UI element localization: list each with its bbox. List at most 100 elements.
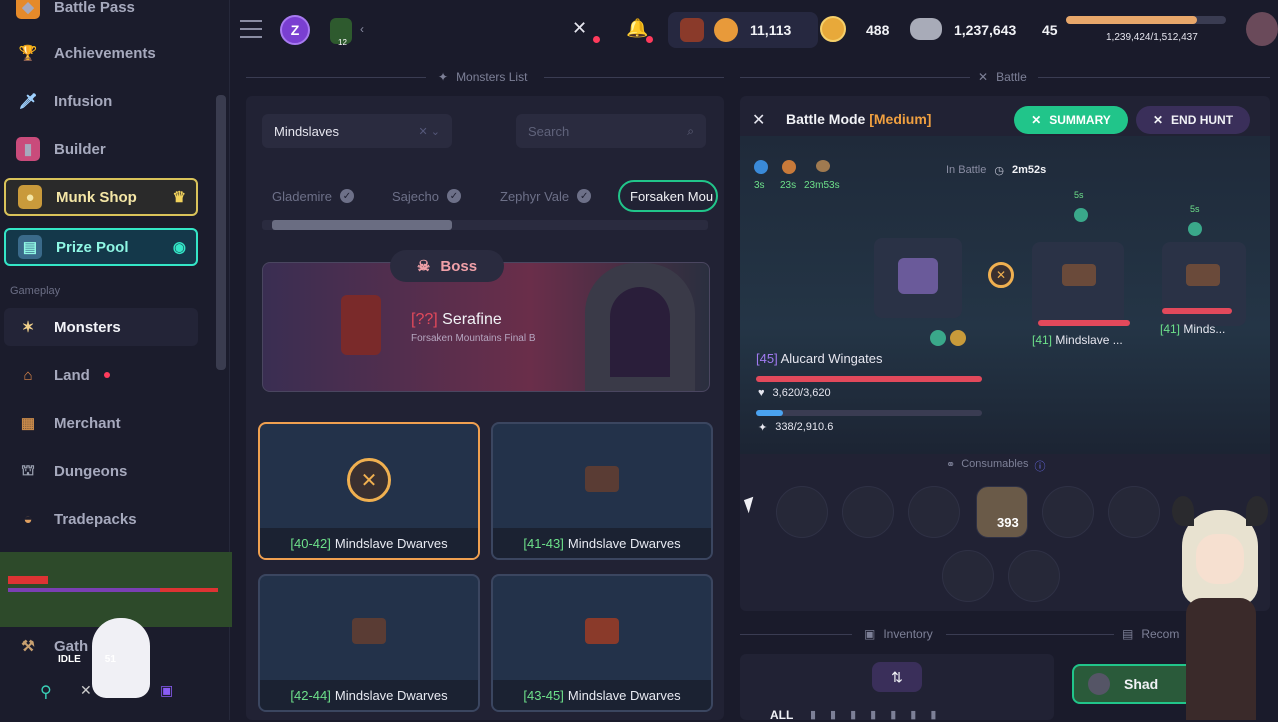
xp-text: 1,239,424/1,512,437: [1106, 32, 1198, 43]
sidebar-item-prize-pool[interactable]: ▤ Prize Pool ◉: [4, 228, 198, 266]
monster-sprite: [585, 466, 619, 492]
sidebar-item-label: Merchant: [54, 414, 121, 432]
overlay-bar-red: [8, 576, 48, 584]
user-avatar[interactable]: [1246, 12, 1278, 46]
tabs-scrollbar[interactable]: [262, 220, 708, 230]
boss-sprite: [341, 295, 381, 355]
notification-dot: [103, 372, 110, 378]
clock-icon: ◷: [994, 165, 1004, 177]
summary-label: SUMMARY: [1049, 113, 1111, 127]
sidebar-item-battle-pass[interactable]: ◆ Battle Pass: [4, 0, 198, 26]
tab-forsaken-mountains[interactable]: Forsaken Mou: [618, 180, 718, 212]
gem-icon: ◉: [172, 239, 186, 256]
sidebar-item-builder[interactable]: ▮ Builder: [4, 130, 198, 168]
sort-icon[interactable]: ⇅: [872, 662, 922, 692]
overlay-idle-text: IDLE: [58, 654, 81, 665]
inventory-panel: ⇅ ALL ▮▮▮▮▮▮▮: [740, 654, 1054, 722]
crossed-swords-icon[interactable]: ✕: [572, 18, 587, 39]
sidebar-item-merchant[interactable]: ▦ Merchant: [4, 404, 198, 442]
sidebar-item-label: Dungeons: [54, 462, 128, 480]
energy-resource[interactable]: 11,113: [668, 12, 818, 48]
twitch-icon[interactable]: ▣: [160, 682, 173, 699]
consumable-slot-filled[interactable]: 393: [976, 486, 1028, 538]
inventory-title: Inventory: [883, 627, 933, 641]
diamond-icon: ◆: [16, 0, 40, 19]
tab-label: Sajecho: [392, 188, 439, 204]
consumable-slot[interactable]: [1108, 486, 1160, 538]
sidebar-item-dungeons[interactable]: ⛫ Dungeons: [4, 452, 198, 490]
tab-zephyr-vale[interactable]: Zephyr Vale ✓: [490, 180, 601, 212]
sidebar-item-monsters[interactable]: ✶ Monsters: [4, 308, 198, 346]
end-hunt-button[interactable]: ✕ END HUNT: [1136, 106, 1250, 134]
zone-select[interactable]: Mindslaves ✕ ⌄: [262, 114, 452, 148]
sidebar-item-infusion[interactable]: 🗡 Infusion: [4, 82, 198, 120]
summary-button[interactable]: ✕ SUMMARY: [1014, 106, 1128, 134]
social-icon-1[interactable]: ⚲: [40, 682, 52, 702]
status-icon: [950, 330, 966, 346]
player-label: [45] Alucard Wingates: [756, 351, 882, 366]
zone-select-value: Mindslaves: [274, 123, 340, 139]
brand-z-icon[interactable]: Z: [280, 15, 310, 45]
bell-icon[interactable]: 🔔: [626, 18, 648, 39]
monster-card[interactable]: [41-43] Mindslave Dwarves: [491, 422, 713, 560]
pet-avatar-icon: [680, 18, 704, 42]
energy-bag-icon: [714, 18, 738, 42]
monster-card[interactable]: [42-44] Mindslave Dwarves: [258, 574, 480, 712]
hamburger-menu-icon[interactable]: [240, 20, 262, 38]
xp-bar-track: [1066, 16, 1226, 24]
tab-glademire[interactable]: Glademire ✓: [262, 180, 364, 212]
sidebar-item-munk-shop[interactable]: ● Munk Shop ♛: [4, 178, 198, 216]
coins-value: 488: [866, 22, 890, 38]
card-name: Mindslave Dwarves: [567, 687, 681, 703]
bell-notification-dot: [646, 36, 653, 43]
sidebar-item-land[interactable]: ⌂ Land: [4, 356, 198, 394]
consumable-slot[interactable]: [1042, 486, 1094, 538]
enemy-level: [41]: [1032, 333, 1053, 347]
sidebar-item-label: Monsters: [54, 318, 121, 336]
collapse-chevron-icon[interactable]: ‹: [360, 22, 364, 36]
info-icon[interactable]: ⓘ: [1034, 458, 1045, 474]
consumable-slot[interactable]: [908, 486, 960, 538]
crown-icon: ♛: [172, 189, 186, 206]
filter-icons[interactable]: ▮▮▮▮▮▮▮: [810, 708, 950, 721]
stone-portal: [585, 263, 695, 391]
streamer-avatar: [1168, 490, 1272, 720]
enemy-status-icon: [1188, 222, 1202, 236]
lock-icon: ▣: [864, 627, 876, 641]
player-level: [45]: [756, 351, 778, 366]
sidebar-item-tradepacks[interactable]: ◒ Tradepacks: [4, 500, 198, 538]
enemy-slot[interactable]: [1032, 242, 1124, 326]
x-icon[interactable]: ✕: [80, 682, 92, 699]
swords-notification-dot: [593, 36, 600, 43]
card-level: [43-45]: [523, 687, 564, 703]
sidebar-item-achievements[interactable]: 🏆 Achievements: [4, 34, 198, 72]
sidebar-scrollbar[interactable]: [216, 95, 226, 370]
inventory-header: ▣ Inventory: [864, 627, 933, 641]
consumables-label: Consumables: [961, 458, 1029, 470]
monster-card[interactable]: ✕ [40-42] Mindslave Dwarves: [258, 422, 480, 560]
swords-small-icon: ✕: [978, 70, 989, 84]
consumable-slot[interactable]: [1008, 550, 1060, 602]
clear-icon[interactable]: ✕ ⌄: [419, 125, 441, 138]
player-mp-fill: [756, 410, 784, 416]
target-icon: ✕: [988, 262, 1014, 288]
card-name: Mindslave Dwarves: [334, 535, 448, 551]
tab-sajecho[interactable]: Sajecho ✓: [382, 180, 471, 212]
boss-level: [??]: [411, 311, 438, 328]
sidebar-item-label: Munk Shop: [56, 188, 137, 206]
monster-card[interactable]: [43-45] Mindslave Dwarves: [491, 574, 713, 712]
consumable-slot[interactable]: [776, 486, 828, 538]
player-mp-track: [756, 410, 982, 416]
monster-sprite: [352, 618, 386, 644]
divider: [1038, 77, 1270, 78]
sword-icon: 🗡: [18, 93, 38, 110]
cart-icon: ▦: [20, 415, 36, 432]
consumable-slot[interactable]: [842, 486, 894, 538]
player-slot[interactable]: [874, 238, 962, 318]
player-hp-track: [756, 376, 982, 382]
section-label-gameplay: Gameplay: [10, 285, 61, 297]
monster-search-input[interactable]: Search ⌕: [516, 114, 706, 148]
tabs-scrollbar-thumb[interactable]: [272, 220, 452, 230]
consumable-slot[interactable]: [942, 550, 994, 602]
buff-timer: 23s: [780, 180, 797, 191]
